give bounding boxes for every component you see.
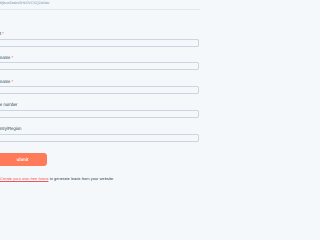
field-label-last-name: name* [0, 79, 13, 84]
form-id-text: 6jfsnaTasbsSHkOVCSQ2a0dw [0, 1, 50, 5]
footer-trailing-text: to generate leads from your website. [48, 176, 115, 181]
submit-button[interactable]: ubmit [0, 153, 47, 166]
email-field[interactable] [0, 39, 199, 47]
field-label-text: name [0, 55, 11, 60]
first-name-field[interactable] [0, 62, 199, 70]
required-mark: * [11, 55, 14, 60]
field-label-text: t [0, 31, 2, 36]
field-label-first-name: name* [0, 55, 13, 60]
required-mark: * [2, 31, 4, 36]
phone-number-field[interactable] [0, 110, 199, 118]
create-forms-link[interactable]: Create your own free forms [0, 176, 48, 181]
field-label-text: e number [0, 102, 18, 107]
footer-text: Create your own free forms to generate l… [0, 176, 114, 181]
field-label-phone-number: e number [0, 102, 18, 107]
form-page: 6jfsnaTasbsSHkOVCSQ2a0dw t* name* name* … [0, 0, 200, 200]
required-mark: * [11, 79, 14, 84]
field-label-text: ntry/Region [0, 126, 22, 131]
field-label-text: name [0, 79, 11, 84]
last-name-field[interactable] [0, 86, 199, 94]
country-region-field[interactable] [0, 134, 199, 142]
top-divider [0, 9, 200, 10]
field-label-country-region: ntry/Region [0, 126, 21, 131]
field-label-email: t* [0, 31, 4, 36]
